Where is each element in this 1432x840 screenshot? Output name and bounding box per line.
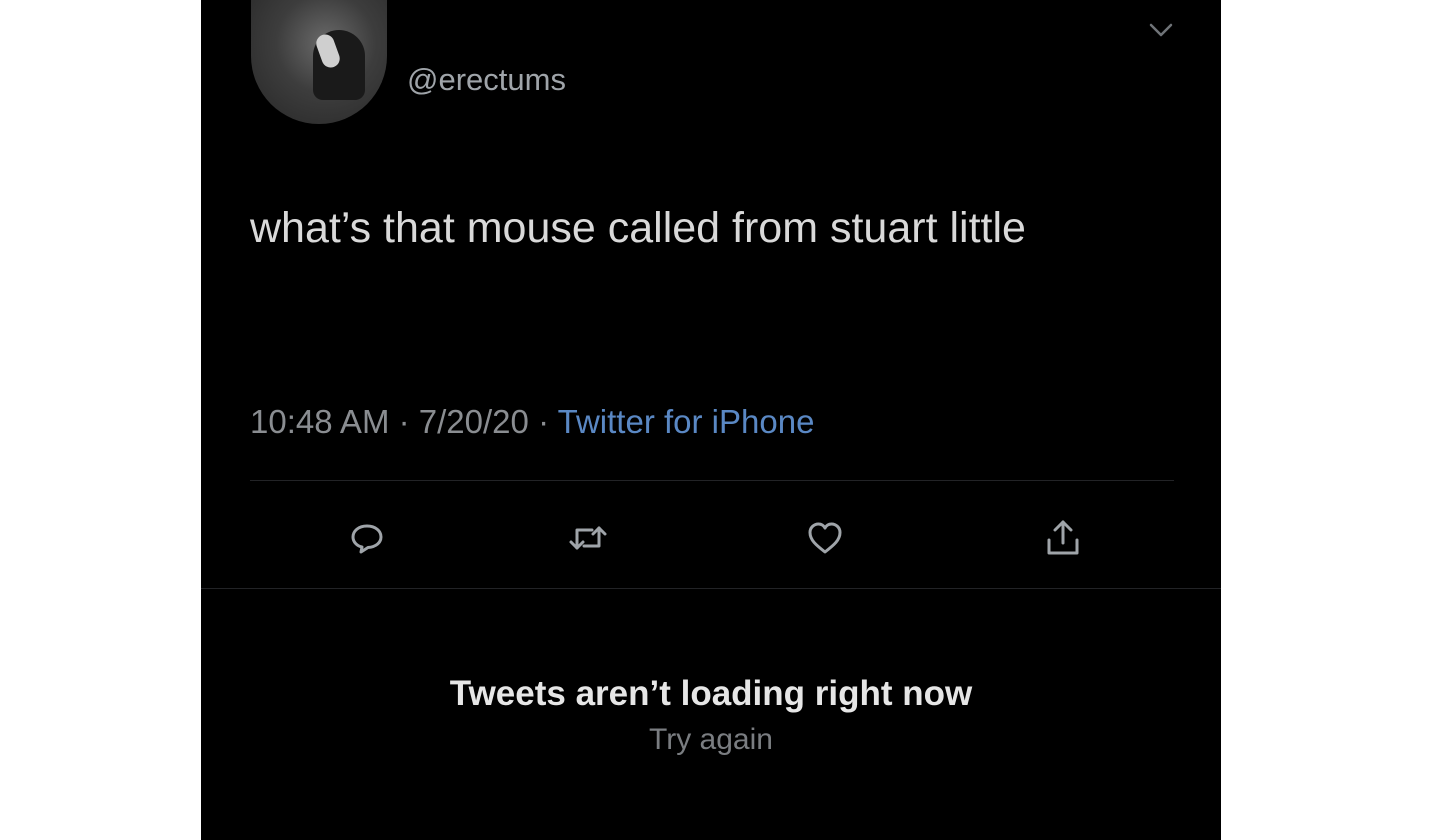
reply-icon (351, 524, 383, 554)
reply-button[interactable] (343, 514, 391, 562)
tweet-screen: @erectums what’s that mouse called from … (201, 0, 1221, 840)
tweet-meta: 10:48 AM · 7/20/20 · Twitter for iPhone (250, 403, 814, 441)
avatar[interactable] (251, 0, 387, 124)
error-message: Tweets aren’t loading right now (449, 674, 973, 713)
tweet-date: 7/20/20 (418, 403, 529, 440)
like-button[interactable] (801, 514, 849, 562)
meta-separator: · (398, 403, 410, 440)
tweet-actions (201, 514, 1221, 562)
try-again-link[interactable]: Try again (201, 723, 1221, 757)
retweet-icon (569, 526, 607, 550)
user-handle[interactable]: @erectums (407, 62, 566, 98)
meta-separator: · (538, 403, 550, 440)
tweet-time: 10:48 AM (250, 403, 390, 440)
share-button[interactable] (1039, 514, 1087, 562)
tweet-text: what’s that mouse called from stuart lit… (250, 204, 1026, 252)
chevron-down-icon[interactable] (1149, 22, 1173, 38)
divider (250, 480, 1174, 481)
like-icon (808, 522, 842, 554)
divider (201, 588, 1221, 589)
retweet-button[interactable] (564, 514, 612, 562)
share-icon (1047, 520, 1079, 555)
tweet-source-link[interactable]: Twitter for iPhone (558, 403, 815, 440)
